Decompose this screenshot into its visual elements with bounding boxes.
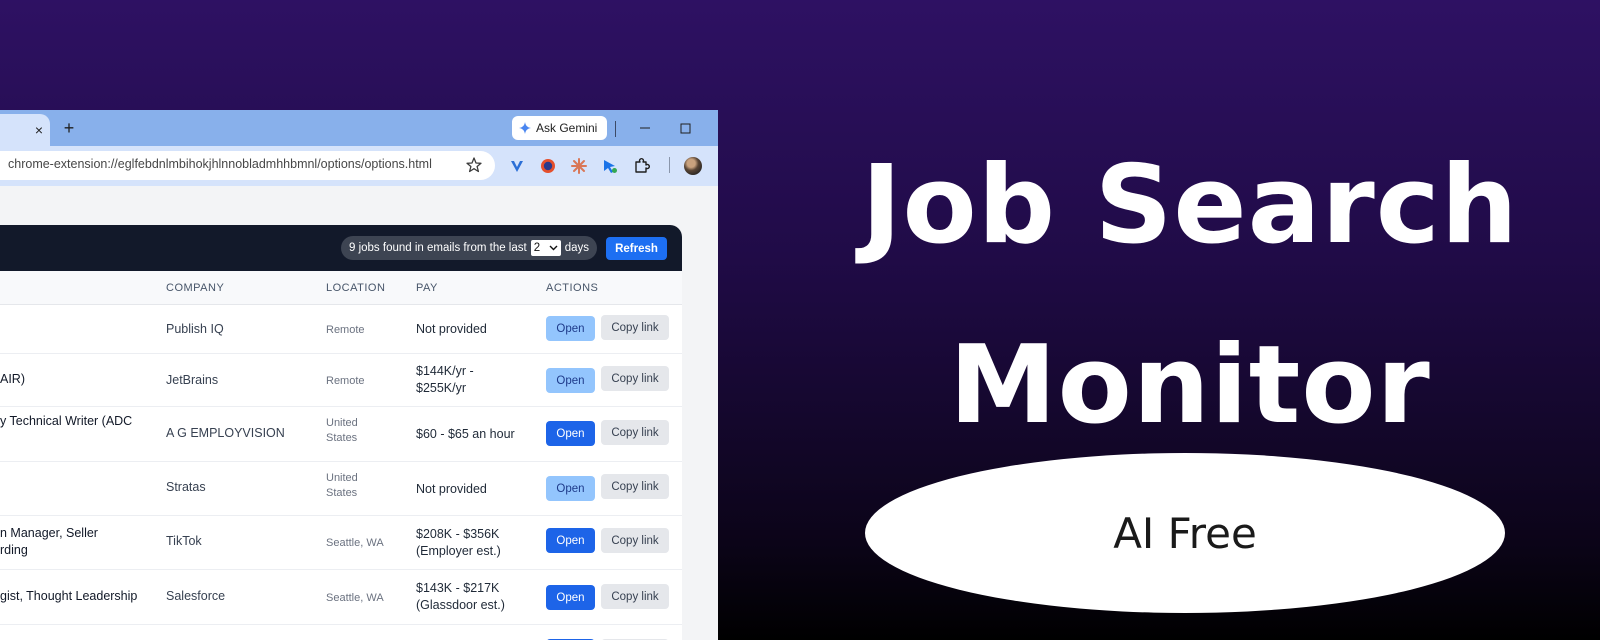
- extension-v-icon[interactable]: [508, 157, 526, 175]
- extension-arrow-icon[interactable]: [601, 157, 619, 175]
- job-company: A G EMPLOYVISION: [166, 426, 285, 440]
- job-title: gist, Thought Leadership: [0, 589, 138, 603]
- close-tab-icon[interactable]: ×: [30, 121, 48, 139]
- avatar[interactable]: [684, 157, 702, 175]
- job-pay: $208K - $356K (Employer est.): [416, 527, 501, 558]
- job-title: y Technical Writer (ADC: [0, 414, 133, 428]
- jobs-card-header: 9 jobs found in emails from the last 2 d…: [0, 225, 682, 271]
- open-button[interactable]: Open: [546, 585, 595, 610]
- copy-link-button[interactable]: Copy link: [601, 366, 669, 391]
- headline-line-1: Job Search: [861, 143, 1519, 268]
- ai-free-label: AI Free: [1113, 508, 1257, 558]
- open-button[interactable]: Open: [546, 528, 595, 553]
- new-tab-button[interactable]: +: [59, 118, 79, 138]
- open-button[interactable]: Open: [546, 316, 595, 341]
- puzzle-icon[interactable]: [633, 157, 651, 175]
- active-tab[interactable]: ×: [0, 114, 50, 146]
- job-company: Salesforce: [166, 589, 226, 603]
- column-header-location: LOCATION: [326, 282, 386, 294]
- job-company: TikTok: [166, 534, 202, 548]
- job-company: Stratas: [166, 480, 206, 494]
- job-pay: $143K - $217K (Glassdoor est.): [416, 581, 505, 612]
- job-location: United States: [326, 417, 358, 444]
- options-page: 9 jobs found in emails from the last 2 d…: [0, 186, 718, 640]
- job-pay: Not provided: [416, 482, 487, 496]
- chevron-down-icon: [549, 245, 558, 251]
- open-button[interactable]: Open: [546, 421, 595, 446]
- maximize-icon[interactable]: [675, 118, 695, 138]
- days-select[interactable]: 2: [530, 240, 561, 256]
- table-row: gist, Thought Leadership Salesforce Seat…: [0, 570, 682, 625]
- ask-gemini-button[interactable]: Ask Gemini: [512, 116, 607, 140]
- browser-window: × + Ask Gemini chrome-extension://eglfeb…: [0, 110, 718, 640]
- headline-line-2: Monitor: [949, 323, 1431, 448]
- column-header-company: COMPANY: [166, 282, 225, 294]
- ask-gemini-label: Ask Gemini: [536, 121, 598, 135]
- job-location: Remote: [326, 324, 365, 336]
- copy-link-button[interactable]: Copy link: [601, 420, 669, 445]
- job-location: Remote: [326, 375, 365, 387]
- job-title: AIR): [0, 372, 25, 386]
- table-row: AIR) JetBrains Remote $144K/yr - $255K/y…: [0, 354, 682, 407]
- address-bar[interactable]: chrome-extension://eglfebdnlmbihokjhlnno…: [0, 151, 495, 180]
- job-location: Seattle, WA: [326, 537, 384, 549]
- table-row: y Technical Writer (ADC A G EMPLOYVISION…: [0, 407, 682, 462]
- toolbar-divider: [669, 157, 670, 173]
- days-suffix: days: [564, 242, 589, 254]
- tab-strip-divider: [615, 121, 616, 137]
- job-company: JetBrains: [166, 373, 219, 387]
- copy-link-button[interactable]: Copy link: [601, 584, 669, 609]
- open-button[interactable]: Open: [546, 476, 595, 501]
- url-text[interactable]: chrome-extension://eglfebdnlmbihokjhlnno…: [8, 157, 432, 171]
- table-row: [0, 625, 682, 640]
- job-location: United States: [326, 472, 358, 499]
- copy-link-button[interactable]: Copy link: [601, 528, 669, 553]
- minimize-icon[interactable]: [635, 118, 655, 138]
- job-company: Publish IQ: [166, 322, 224, 336]
- job-pay: $60 - $65 an hour: [416, 427, 515, 441]
- column-header-pay: PAY: [416, 282, 438, 294]
- table-row: Publish IQ Remote Not provided Open Copy…: [0, 305, 682, 354]
- extension-firefox-icon[interactable]: [539, 157, 557, 175]
- job-location: Seattle, WA: [326, 592, 384, 604]
- copy-link-button[interactable]: Copy link: [601, 315, 669, 340]
- days-value: 2: [533, 242, 541, 254]
- tab-strip: × + Ask Gemini: [0, 110, 718, 146]
- copy-link-button[interactable]: Copy link: [601, 474, 669, 499]
- job-title: n Manager, Seller rding: [0, 526, 98, 557]
- table-header: COMPANY LOCATION PAY ACTIONS: [0, 271, 682, 305]
- ai-free-badge: AI Free: [865, 453, 1505, 613]
- star-icon[interactable]: [465, 156, 483, 174]
- open-button[interactable]: Open: [546, 368, 595, 393]
- column-header-actions: ACTIONS: [546, 282, 599, 294]
- table-row: n Manager, Seller rding TikTok Seattle, …: [0, 516, 682, 570]
- gemini-sparkle-icon: [519, 122, 531, 134]
- job-pay: $144K/yr - $255K/yr: [416, 364, 474, 395]
- extension-asterisk-icon[interactable]: [570, 157, 588, 175]
- table-row: Stratas United States Not provided Open …: [0, 462, 682, 516]
- browser-toolbar: chrome-extension://eglfebdnlmbihokjhlnno…: [0, 146, 718, 186]
- jobs-found-text: 9 jobs found in emails from the last: [349, 242, 527, 254]
- refresh-button[interactable]: Refresh: [606, 237, 667, 260]
- jobs-card: 9 jobs found in emails from the last 2 d…: [0, 225, 682, 640]
- job-pay: Not provided: [416, 322, 487, 336]
- jobs-found-pill: 9 jobs found in emails from the last 2 d…: [341, 236, 597, 260]
